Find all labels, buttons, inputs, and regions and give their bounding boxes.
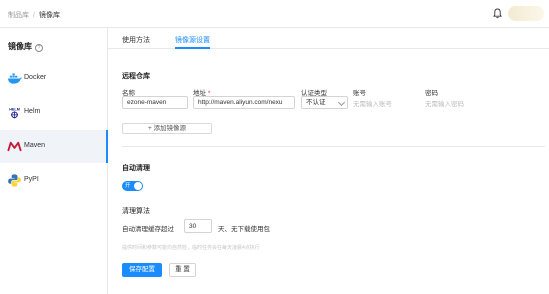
sidebar-item-docker[interactable]: Docker [0, 62, 108, 95]
chevron-down-icon [337, 98, 346, 107]
docker-icon [7, 73, 22, 84]
add-mirror-button[interactable]: + 添加镜像源 [122, 123, 212, 134]
svg-text:HELM: HELM [9, 108, 20, 112]
save-config-button[interactable]: 保存配置 [122, 263, 162, 277]
sidebar-item-label: Maven [24, 142, 46, 149]
tab-usage[interactable]: 使用方法 [122, 35, 150, 45]
sidebar-item-pypi[interactable]: PyPI [0, 164, 108, 197]
clean-algorithm-title: 清理算法 [122, 208, 150, 215]
auth-type-value: 不认证 [306, 99, 326, 106]
sidebar-title-text: 镜像库 [8, 42, 32, 51]
toggle-knob [134, 182, 142, 190]
breadcrumb-separator: / [33, 12, 35, 19]
tab-mirror-settings[interactable]: 镜像源设置 [175, 35, 210, 45]
maven-icon [7, 141, 22, 152]
auto-clean-toggle[interactable]: 开 [122, 181, 143, 191]
tab-bar: 使用方法 镜像源设置 [108, 28, 549, 49]
auto-clean-title: 自动清理 [122, 165, 150, 172]
breadcrumb-parent[interactable]: 制品库 [8, 12, 29, 19]
sidebar-item-helm[interactable]: HELM Helm [0, 96, 108, 129]
column-account-label: 账号 [353, 90, 366, 97]
column-password-label: 密码 [425, 90, 438, 97]
clean-rule-prefix: 自动清理缓存超过 [122, 226, 174, 233]
account-input[interactable]: 无需输入账号 [353, 98, 392, 108]
password-input[interactable]: 无需输入密码 [425, 98, 464, 108]
repo-name-input[interactable]: ezone-maven [122, 96, 188, 109]
clean-hint-text: 提供时间和参数可能均自然检，临时任务会在每天凌晨4点执行 [122, 245, 260, 251]
sidebar-item-label: Docker [24, 74, 47, 81]
sidebar-item-label: Helm [24, 108, 41, 115]
top-bar: 制品库 / 镜像库 [0, 0, 549, 28]
sidebar-item-label: PyPI [24, 176, 39, 183]
user-avatar[interactable] [508, 6, 544, 21]
repo-url-input[interactable]: http://maven.aliyun.com/nexu [193, 96, 295, 109]
section-divider [122, 146, 545, 147]
auth-type-select[interactable]: 不认证 [301, 96, 348, 109]
sidebar-title: 镜像库? [8, 41, 43, 52]
pypi-icon [8, 174, 21, 187]
clean-days-input[interactable]: 30 [184, 219, 212, 233]
sidebar-item-maven[interactable]: Maven [0, 130, 108, 163]
clean-rule-suffix: 天、无下载使用包 [218, 226, 270, 233]
breadcrumb: 制品库 / 镜像库 [8, 10, 60, 20]
sidebar: 镜像库? Docker HELM Helm Maven PyPI [0, 28, 108, 294]
helm-icon: HELM [9, 108, 20, 119]
reset-button[interactable]: 重 置 [169, 263, 196, 277]
toggle-label: 开 [125, 183, 131, 189]
help-icon[interactable]: ? [35, 44, 43, 52]
breadcrumb-current: 镜像库 [38, 12, 60, 19]
bell-icon[interactable] [493, 8, 502, 19]
remote-repo-title: 远程仓库 [122, 73, 150, 80]
active-tab-indicator [175, 47, 210, 49]
